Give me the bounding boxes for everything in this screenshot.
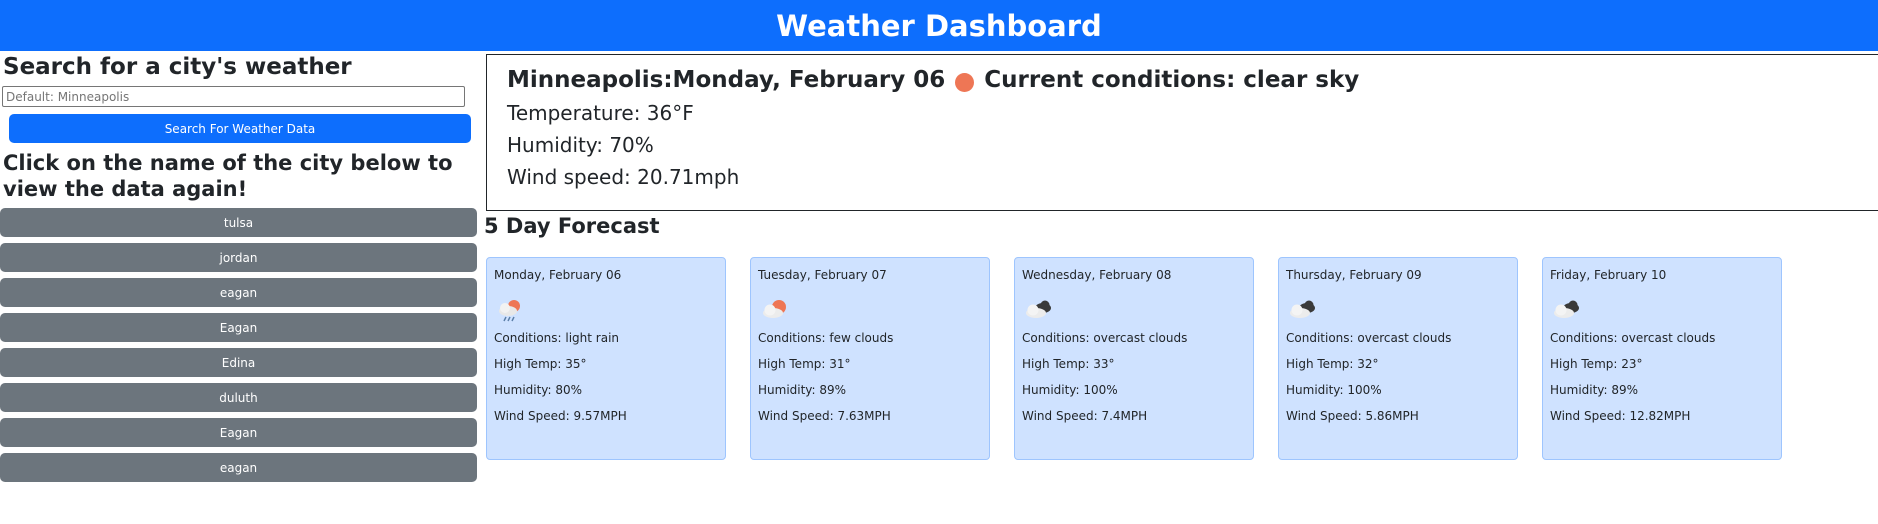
forecast-wind-speed: Wind Speed: 7.4MPH [1022, 409, 1148, 423]
forecast-date: Thursday, February 09 [1286, 268, 1422, 282]
history-city-button[interactable]: duluth [0, 383, 477, 412]
forecast-humidity: Humidity: 80% [494, 383, 583, 397]
forecast-conditions: Conditions: overcast clouds [1286, 331, 1452, 345]
forecast-date: Friday, February 10 [1550, 268, 1667, 282]
forecast-conditions: Conditions: few clouds [758, 331, 894, 345]
history-city-button[interactable]: jordan [0, 243, 477, 272]
forecast-wind-speed: Wind Speed: 12.82MPH [1550, 409, 1691, 423]
forecast-high-temp: High Temp: 33° [1022, 357, 1115, 371]
forecast-wind-speed: Wind Speed: 7.63MPH [758, 409, 891, 423]
history-city-button[interactable]: Eagan [0, 313, 477, 342]
history-city-button[interactable]: eagan [0, 453, 477, 482]
overcast-clouds-icon [1550, 296, 1774, 326]
clear-sky-icon [955, 72, 975, 92]
forecast-date: Tuesday, February 07 [758, 268, 887, 282]
history-city-button[interactable]: Edina [0, 348, 477, 377]
few-clouds-icon [758, 296, 982, 326]
forecast-card: Friday, February 10 Conditions: overcast… [1542, 257, 1782, 460]
search-weather-button[interactable]: Search For Weather Data [9, 114, 471, 143]
app-header: Weather Dashboard [0, 0, 1878, 51]
forecast-wind-speed: Wind Speed: 9.57MPH [494, 409, 627, 423]
forecast-date: Wednesday, February 08 [1022, 268, 1172, 282]
forecast-card: Wednesday, February 08 Conditions: overc… [1014, 257, 1254, 460]
current-temperature: Temperature: 36°F [507, 101, 694, 125]
forecast-humidity: Humidity: 100% [1022, 383, 1118, 397]
forecast-humidity: Humidity: 89% [758, 383, 847, 397]
forecast-high-temp: High Temp: 23° [1550, 357, 1643, 371]
forecast-humidity: Humidity: 89% [1550, 383, 1639, 397]
forecast-high-temp: High Temp: 32° [1286, 357, 1379, 371]
forecast-high-temp: High Temp: 31° [758, 357, 851, 371]
history-instructions: Click on the name of the city below to v… [3, 151, 453, 201]
overcast-clouds-icon [1286, 296, 1510, 326]
forecast-conditions: Conditions: overcast clouds [1022, 331, 1188, 345]
forecast-title: 5 Day Forecast [484, 214, 660, 238]
app-title: Weather Dashboard [776, 8, 1102, 43]
current-weather-panel: Minneapolis:Monday, February 06 Current … [486, 54, 1878, 211]
forecast-card: Thursday, February 09 Conditions: overca… [1278, 257, 1518, 460]
search-title: Search for a city's weather [3, 54, 352, 80]
current-conditions: Current conditions: clear sky [984, 67, 1360, 93]
forecast-wind-speed: Wind Speed: 5.86MPH [1286, 409, 1419, 423]
history-city-button[interactable]: eagan [0, 278, 477, 307]
history-city-button[interactable]: tulsa [0, 208, 477, 237]
current-city-date: Minneapolis:Monday, February 06 [507, 67, 946, 93]
history-city-button[interactable]: Eagan [0, 418, 477, 447]
current-weather-heading: Minneapolis:Monday, February 06 Current … [507, 67, 1858, 93]
city-search-input[interactable] [2, 86, 465, 107]
forecast-date: Monday, February 06 [494, 268, 622, 282]
forecast-card: Tuesday, February 07 Conditions: few clo… [750, 257, 990, 460]
forecast-high-temp: High Temp: 35° [494, 357, 587, 371]
search-history-list: tulsa jordan eagan Eagan Edina duluth Ea… [0, 208, 477, 488]
forecast-conditions: Conditions: overcast clouds [1550, 331, 1716, 345]
forecast-card: Monday, February 06 Conditions: light ra… [486, 257, 726, 460]
current-wind-speed: Wind speed: 20.71mph [507, 165, 740, 189]
overcast-clouds-icon [1022, 296, 1246, 326]
forecast-conditions: Conditions: light rain [494, 331, 620, 345]
forecast-humidity: Humidity: 100% [1286, 383, 1382, 397]
rain-cloud-icon [494, 296, 718, 326]
current-humidity: Humidity: 70% [507, 133, 654, 157]
